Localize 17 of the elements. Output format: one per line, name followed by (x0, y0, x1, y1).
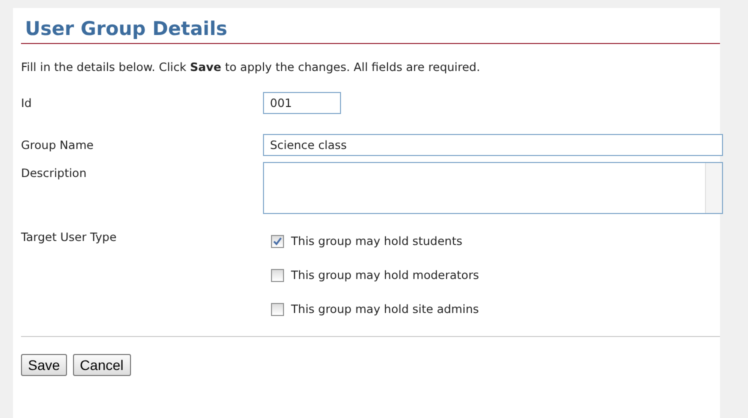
checkbox-label: This group may hold students (291, 234, 462, 248)
checkbox[interactable] (271, 268, 284, 282)
textarea-field[interactable] (263, 162, 723, 214)
cancel-button[interactable]: Cancel (72, 354, 131, 376)
field-label: Id (21, 95, 33, 110)
field-label: Target User Type (21, 229, 118, 244)
checkbox-label: This group may hold site admins (291, 302, 479, 316)
page-title: User Group Details (21, 8, 720, 44)
checkbox[interactable] (271, 302, 284, 316)
checkbox-label: This group may hold moderators (291, 268, 480, 282)
input-field[interactable]: 001 (263, 92, 341, 114)
field-label: Description (21, 165, 88, 180)
save-button[interactable]: Save (21, 354, 67, 376)
instructions-text: Fill in the details below. Click Save to apply the changes. All fields are required. (21, 60, 482, 74)
checkbox[interactable] (271, 234, 284, 248)
input-field[interactable]: Science class (263, 134, 723, 156)
field-label: Group Name (21, 137, 95, 152)
